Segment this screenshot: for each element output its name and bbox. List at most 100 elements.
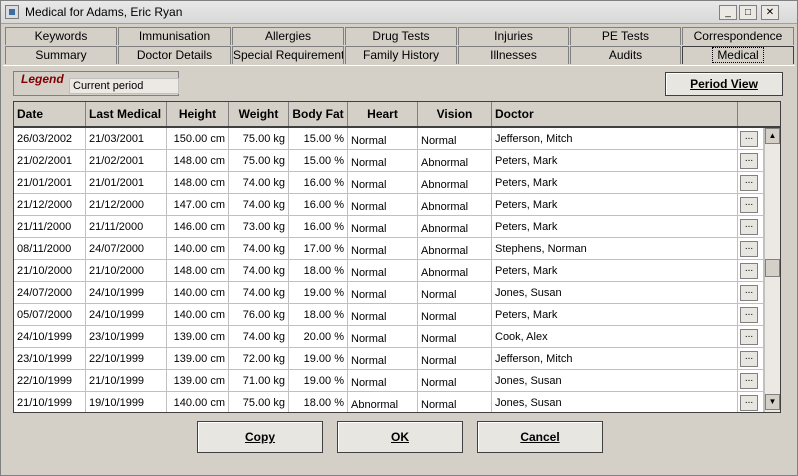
close-button[interactable]: ✕: [761, 5, 779, 20]
row-details-button[interactable]: ...: [740, 219, 758, 235]
copy-button[interactable]: Copy: [197, 421, 323, 453]
grid-header: Date Last Medical Height Weight Body Fat…: [14, 102, 780, 128]
cell-vision: Abnormal: [418, 150, 492, 172]
table-row[interactable]: 23/10/1999 22/10/1999 139.00 cm 72.00 kg 19.…: [14, 348, 764, 370]
cell-doctor: Peters, Mark: [492, 194, 738, 216]
cell-weight: 73.00 kg: [229, 216, 289, 238]
tab-injuries[interactable]: Injuries: [458, 27, 569, 45]
maximize-button[interactable]: □: [739, 5, 757, 20]
cell-heart: Normal: [348, 260, 418, 282]
cell-date: 23/10/1999: [14, 348, 86, 370]
col-body-fat[interactable]: Body Fat: [289, 102, 348, 126]
cancel-button[interactable]: Cancel: [477, 421, 603, 453]
period-view-button[interactable]: Period View: [665, 72, 783, 96]
cell-weight: 74.00 kg: [229, 326, 289, 348]
col-vision[interactable]: Vision: [418, 102, 492, 126]
tab-special-requirements[interactable]: Special Requirements: [232, 46, 344, 64]
cell-last-medical: 24/10/1999: [86, 304, 167, 326]
scroll-thumb[interactable]: [765, 259, 780, 277]
tab-family-history[interactable]: Family History: [345, 46, 457, 64]
cell-last-medical: 21/02/2001: [86, 150, 167, 172]
table-row[interactable]: 21/10/1999 19/10/1999 140.00 cm 75.00 kg 18.…: [14, 392, 764, 412]
table-row[interactable]: 22/10/1999 21/10/1999 139.00 cm 71.00 kg 19.…: [14, 370, 764, 392]
table-row[interactable]: 24/10/1999 23/10/1999 139.00 cm 74.00 kg 20.…: [14, 326, 764, 348]
cell-actions: ...: [738, 370, 764, 392]
row-details-button[interactable]: ...: [740, 175, 758, 191]
vertical-scrollbar[interactable]: ▲ ▼: [764, 128, 780, 412]
cell-doctor: Peters, Mark: [492, 216, 738, 238]
cell-vision: Normal: [418, 304, 492, 326]
cell-weight: 74.00 kg: [229, 172, 289, 194]
cell-actions: ...: [738, 304, 764, 326]
cell-height: 148.00 cm: [167, 260, 229, 282]
col-doctor[interactable]: Doctor: [492, 102, 738, 126]
cell-vision: Normal: [418, 370, 492, 392]
table-row[interactable]: 08/11/2000 24/07/2000 140.00 cm 74.00 kg 17.…: [14, 238, 764, 260]
tab-keywords[interactable]: Keywords: [5, 27, 117, 45]
cell-height: 148.00 cm: [167, 150, 229, 172]
table-row[interactable]: 05/07/2000 24/10/1999 140.00 cm 76.00 kg 18.…: [14, 304, 764, 326]
table-row[interactable]: 21/02/2001 21/02/2001 148.00 cm 75.00 kg 15.…: [14, 150, 764, 172]
row-details-button[interactable]: ...: [740, 329, 758, 345]
tab-illnesses[interactable]: Illnesses: [458, 46, 569, 64]
row-details-button[interactable]: ...: [740, 395, 758, 411]
table-row[interactable]: 21/10/2000 21/10/2000 148.00 cm 74.00 kg 18.…: [14, 260, 764, 282]
col-date[interactable]: Date: [14, 102, 86, 126]
row-details-button[interactable]: ...: [740, 351, 758, 367]
row-details-button[interactable]: ...: [740, 153, 758, 169]
table-row[interactable]: 21/11/2000 21/11/2000 146.00 cm 73.00 kg 16.…: [14, 216, 764, 238]
cell-vision: Abnormal: [418, 194, 492, 216]
tab-row-2: Summary Doctor Details Special Requireme…: [3, 46, 797, 65]
tab-audits[interactable]: Audits: [570, 46, 681, 64]
tab-immunisation[interactable]: Immunisation: [118, 27, 231, 45]
cell-body-fat: 15.00 %: [289, 150, 348, 172]
cell-weight: 76.00 kg: [229, 304, 289, 326]
ok-button[interactable]: OK: [337, 421, 463, 453]
col-last-medical[interactable]: Last Medical: [86, 102, 167, 126]
row-details-button[interactable]: ...: [740, 373, 758, 389]
minimize-button[interactable]: _: [719, 5, 737, 20]
col-weight[interactable]: Weight: [229, 102, 289, 126]
col-heart[interactable]: Heart: [348, 102, 418, 126]
tab-drug-tests[interactable]: Drug Tests: [345, 27, 457, 45]
cell-body-fat: 20.00 %: [289, 326, 348, 348]
cell-vision: Abnormal: [418, 260, 492, 282]
cell-last-medical: 22/10/1999: [86, 348, 167, 370]
cell-last-medical: 24/10/1999: [86, 282, 167, 304]
cell-vision: Normal: [418, 326, 492, 348]
cell-heart: Normal: [348, 370, 418, 392]
tab-correspondence[interactable]: Correspondence: [682, 27, 794, 45]
tab-medical[interactable]: Medical: [682, 46, 794, 64]
scroll-down-arrow-icon[interactable]: ▼: [765, 394, 780, 410]
tab-doctor-details[interactable]: Doctor Details: [118, 46, 231, 64]
row-details-button[interactable]: ...: [740, 307, 758, 323]
col-height[interactable]: Height: [167, 102, 229, 126]
cell-date: 21/12/2000: [14, 194, 86, 216]
table-row[interactable]: 21/12/2000 21/12/2000 147.00 cm 74.00 kg 16.…: [14, 194, 764, 216]
cell-vision: Abnormal: [418, 172, 492, 194]
table-row[interactable]: 24/07/2000 24/10/1999 140.00 cm 74.00 kg 19.…: [14, 282, 764, 304]
legend-title: Legend: [21, 72, 64, 86]
cell-date: 24/07/2000: [14, 282, 86, 304]
row-details-button[interactable]: ...: [740, 131, 758, 147]
tab-pe-tests[interactable]: PE Tests: [570, 27, 681, 45]
cell-doctor: Jones, Susan: [492, 392, 738, 412]
cell-date: 21/02/2001: [14, 150, 86, 172]
cell-date: 24/10/1999: [14, 326, 86, 348]
row-details-button[interactable]: ...: [740, 197, 758, 213]
tab-summary[interactable]: Summary: [5, 46, 117, 64]
row-details-button[interactable]: ...: [740, 241, 758, 257]
cell-vision: Normal: [418, 348, 492, 370]
cell-last-medical: 21/12/2000: [86, 194, 167, 216]
row-details-button[interactable]: ...: [740, 285, 758, 301]
row-details-button[interactable]: ...: [740, 263, 758, 279]
title-bar: Medical for Adams, Eric Ryan _ □ ✕: [1, 1, 797, 24]
table-row[interactable]: 26/03/2002 21/03/2001 150.00 cm 75.00 kg 15.…: [14, 128, 764, 150]
cell-last-medical: 21/03/2001: [86, 128, 167, 150]
tab-allergies[interactable]: Allergies: [232, 27, 344, 45]
cell-date: 21/01/2001: [14, 172, 86, 194]
table-row[interactable]: 21/01/2001 21/01/2001 148.00 cm 74.00 kg 16.…: [14, 172, 764, 194]
cell-doctor: Peters, Mark: [492, 150, 738, 172]
scroll-up-arrow-icon[interactable]: ▲: [765, 128, 780, 144]
cell-vision: Abnormal: [418, 216, 492, 238]
